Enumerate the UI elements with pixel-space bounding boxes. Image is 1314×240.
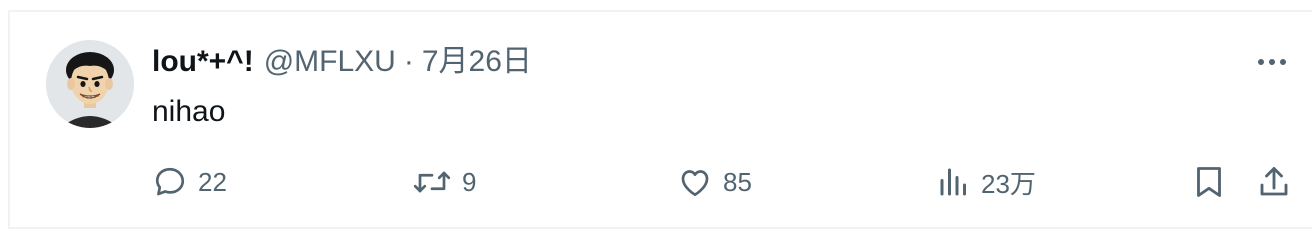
separator-dot: · <box>403 45 414 78</box>
retweet-count: 9 <box>462 166 477 197</box>
avatar-mii-image <box>46 40 134 128</box>
bar-chart-icon <box>940 168 966 196</box>
retweet-button[interactable]: 9 <box>412 162 476 202</box>
retweet-arrows-icon <box>413 171 451 193</box>
display-name[interactable]: lou*+^! <box>152 42 254 82</box>
tweet-date[interactable]: 7月26日 <box>422 42 532 82</box>
views-count: 23万 <box>981 168 1036 199</box>
user-handle[interactable]: @MFLXU <box>264 42 396 82</box>
tweet-card[interactable]: lou*+^! @MFLXU · 7月26日 nihao 22 9 85 23万 <box>8 10 1312 229</box>
tweet-actions: 22 9 85 23万 <box>152 162 1292 202</box>
more-options-button[interactable] <box>1252 52 1292 72</box>
bookmark-icon <box>1197 167 1221 197</box>
heart-icon <box>681 170 709 197</box>
bookmark-button[interactable] <box>1192 162 1226 202</box>
three-dots-icon <box>1258 59 1286 65</box>
like-button[interactable]: 85 <box>677 162 752 202</box>
like-count: 85 <box>723 166 752 197</box>
speech-bubble-icon <box>155 167 185 196</box>
tweet-text: nihao <box>152 95 226 128</box>
share-button[interactable] <box>1257 162 1291 202</box>
tweet-header: lou*+^! @MFLXU · 7月26日 <box>152 42 532 82</box>
views-button[interactable]: 23万 <box>937 162 1036 202</box>
reply-count: 22 <box>198 166 227 197</box>
reply-button[interactable]: 22 <box>152 162 227 202</box>
upload-share-icon <box>1260 167 1288 196</box>
avatar[interactable] <box>46 40 134 128</box>
